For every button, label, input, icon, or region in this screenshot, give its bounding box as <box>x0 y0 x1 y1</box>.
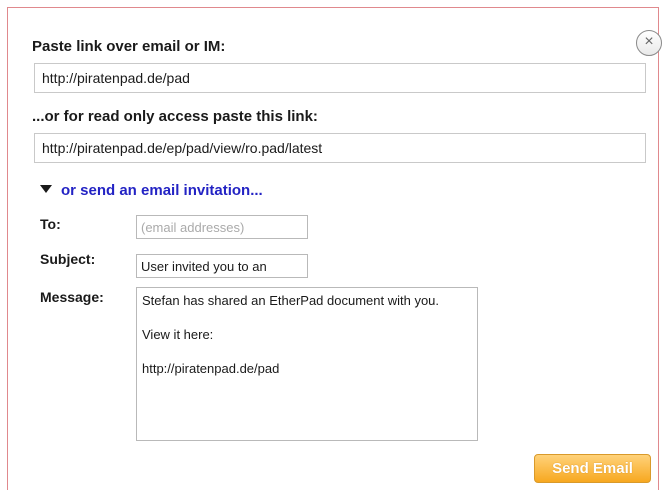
message-textarea[interactable]: Stefan has shared an EtherPad document w… <box>136 287 478 441</box>
readonly-link-field[interactable]: http://piratenpad.de/ep/pad/view/ro.pad/… <box>34 133 646 163</box>
expand-triangle-icon <box>40 185 52 193</box>
readonly-link-label: ...or for read only access paste this li… <box>32 108 318 125</box>
to-email-input[interactable] <box>136 215 308 239</box>
share-dialog: × Paste link over email or IM: http://pi… <box>7 7 662 490</box>
email-invitation-toggle[interactable]: or send an email invitation... <box>40 182 263 199</box>
message-label: Message: <box>40 289 104 305</box>
email-invitation-link[interactable]: or send an email invitation... <box>61 182 263 199</box>
to-label: To: <box>40 216 61 232</box>
send-email-button[interactable]: Send Email <box>534 454 651 483</box>
close-icon[interactable]: × <box>636 30 662 56</box>
subject-input[interactable] <box>136 254 308 278</box>
subject-label: Subject: <box>40 251 96 267</box>
share-link-field[interactable]: http://piratenpad.de/pad <box>34 63 646 93</box>
share-link-label: Paste link over email or IM: <box>32 38 226 55</box>
